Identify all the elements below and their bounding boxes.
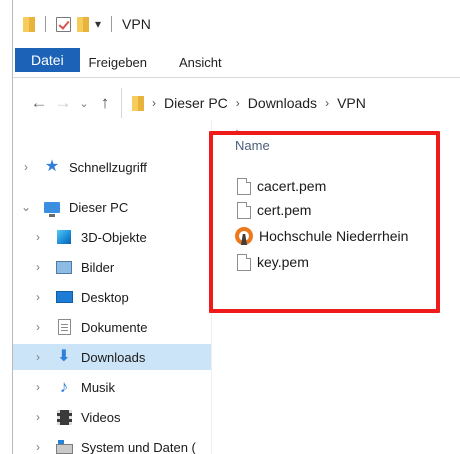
expand-chevron-icon[interactable]: ›: [31, 290, 45, 304]
desktop-icon: [55, 289, 73, 305]
new-folder-icon[interactable]: [77, 14, 89, 34]
divider: [111, 16, 113, 32]
nav-item-label: System und Daten (: [81, 439, 196, 454]
divider: [45, 16, 46, 32]
nav-item-schnellzugriff[interactable]: › ★ Schnellzugriff: [13, 154, 211, 180]
file-item-cacert-pem[interactable]: cacert.pem: [237, 174, 326, 198]
breadcrumb-separator: ›: [325, 96, 330, 110]
expand-chevron-icon[interactable]: ›: [31, 440, 45, 454]
nav-item-label: Downloads: [81, 349, 146, 365]
nav-item-downloads[interactable]: › ⬇ Downloads: [13, 344, 211, 370]
column-header-name[interactable]: Name: [235, 138, 270, 153]
file-icon: [237, 253, 251, 271]
folder-icon: [23, 14, 35, 34]
nav-item-3d-objekte[interactable]: › 3D-Objekte: [13, 224, 211, 250]
pictures-icon: [55, 259, 73, 275]
title-bar: ▾ VPN: [13, 0, 460, 48]
breadcrumb-vpn[interactable]: VPN: [337, 95, 366, 111]
tab-datei[interactable]: Datei: [15, 48, 80, 72]
breadcrumb-separator: ›: [235, 96, 240, 110]
videos-icon: [55, 409, 73, 425]
expand-chevron-icon[interactable]: ›: [31, 410, 45, 424]
collapse-chevron-icon[interactable]: ⌄: [19, 200, 33, 214]
file-item-key-pem[interactable]: key.pem: [237, 250, 309, 274]
navigation-row: ← → ⌄ ↑ › Dieser PC › Downloads › VPN: [13, 86, 460, 120]
nav-item-label: Dieser PC: [69, 199, 129, 215]
nav-item-label: Bilder: [81, 259, 115, 275]
recent-locations-chevron-icon[interactable]: ⌄: [75, 97, 93, 110]
nav-item-label: 3D-Objekte: [81, 229, 147, 245]
nav-item-label: Dokumente: [81, 319, 148, 335]
expand-chevron-icon[interactable]: ›: [31, 230, 45, 244]
expand-chevron-icon[interactable]: ›: [31, 350, 45, 364]
file-name: cert.pem: [257, 202, 312, 218]
quick-access-dropdown[interactable]: ▾: [95, 14, 101, 34]
documents-icon: [55, 319, 73, 335]
sort-caret-icon: ^: [235, 128, 240, 138]
nav-item-label: Desktop: [81, 289, 129, 305]
expand-chevron-icon[interactable]: ›: [31, 260, 45, 274]
music-icon: ♪: [59, 377, 69, 396]
nav-item-bilder[interactable]: › Bilder: [13, 254, 211, 280]
tab-freigeben[interactable]: Freigeben: [72, 48, 163, 77]
ribbon-tabs: Datei Start Freigeben Ansicht: [13, 48, 460, 78]
navigation-pane: › ★ Schnellzugriff ⌄ Dieser PC › 3D-Obje…: [13, 134, 211, 454]
file-icon: [237, 201, 251, 219]
breadcrumb-dieser-pc[interactable]: Dieser PC: [164, 95, 228, 111]
drive-icon: [55, 439, 73, 454]
openvpn-icon: [235, 227, 253, 245]
nav-item-videos[interactable]: › Videos: [13, 404, 211, 430]
file-icon: [237, 177, 251, 195]
expand-chevron-icon[interactable]: ›: [19, 160, 33, 174]
downloads-icon: ⬇: [57, 348, 71, 365]
computer-icon: [43, 199, 61, 217]
nav-item-musik[interactable]: › ♪ Musik: [13, 374, 211, 400]
file-item-hochschule-niederrhein[interactable]: Hochschule Niederrhein: [235, 224, 409, 248]
nav-item-label: Musik: [81, 379, 115, 395]
star-icon: ★: [44, 158, 60, 175]
file-list: ^ Name cacert.pem cert.pem Hochschule Ni…: [235, 128, 455, 314]
folder-icon: [132, 95, 144, 111]
forward-arrow-icon[interactable]: →: [51, 93, 75, 113]
up-arrow-icon[interactable]: ↑: [93, 93, 117, 113]
nav-item-dokumente[interactable]: › Dokumente: [13, 314, 211, 340]
breadcrumb-separator: ›: [152, 96, 156, 110]
nav-item-desktop[interactable]: › Desktop: [13, 284, 211, 310]
file-explorer-window: ▾ VPN Datei Start Freigeben Ansicht ← → …: [12, 0, 460, 454]
nav-item-label: Videos: [81, 409, 121, 425]
nav-item-label: Schnellzugriff: [69, 159, 147, 175]
properties-check-icon[interactable]: [56, 14, 71, 34]
window-title: VPN: [122, 16, 151, 32]
back-arrow-icon[interactable]: ←: [27, 93, 51, 113]
tab-ansicht[interactable]: Ansicht: [163, 48, 238, 77]
breadcrumb-downloads[interactable]: Downloads: [248, 95, 317, 111]
cube-icon: [55, 229, 73, 245]
expand-chevron-icon[interactable]: ›: [31, 380, 45, 394]
nav-item-dieser-pc[interactable]: ⌄ Dieser PC: [13, 194, 211, 220]
file-name: key.pem: [257, 254, 309, 270]
pane-divider[interactable]: [211, 120, 212, 454]
file-item-cert-pem[interactable]: cert.pem: [237, 198, 311, 222]
file-name: cacert.pem: [257, 178, 327, 194]
expand-chevron-icon[interactable]: ›: [31, 320, 45, 334]
nav-item-system-und-daten[interactable]: › System und Daten (: [13, 434, 211, 454]
address-bar[interactable]: › Dieser PC › Downloads › VPN: [121, 88, 460, 118]
file-name: Hochschule Niederrhein: [259, 228, 409, 244]
